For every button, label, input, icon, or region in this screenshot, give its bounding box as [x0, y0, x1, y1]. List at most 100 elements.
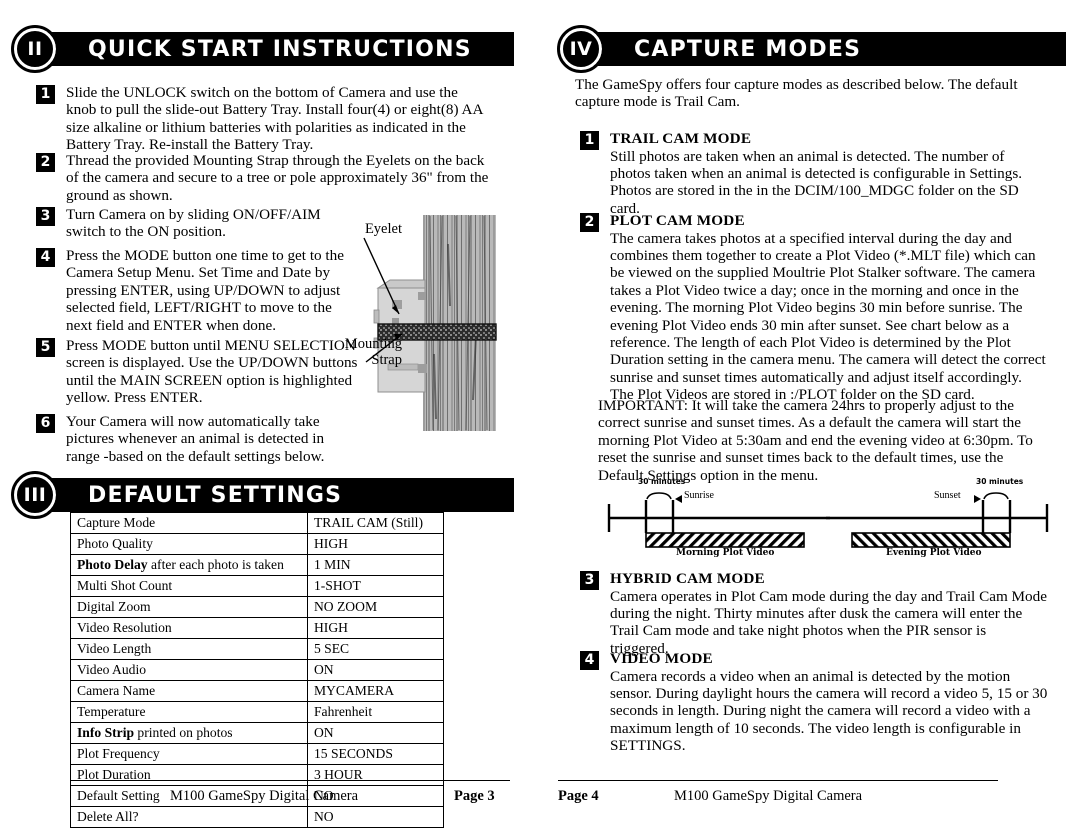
camera-mounting-illustration: Eyelet Mounting Strap: [330, 214, 510, 434]
section-banner: QUICK START INSTRUCTIONS: [42, 32, 514, 66]
table-row: Info Strip printed on photos ON: [70, 722, 445, 744]
section-title-quick-start: QUICK START INSTRUCTIONS: [88, 36, 472, 62]
table-row: Photo Quality HIGH: [70, 533, 445, 555]
chart-caption-morning: Morning Plot Video: [676, 548, 775, 558]
mode-text: Camera records a video when an animal is…: [610, 667, 1048, 755]
footer-divider: [70, 780, 510, 781]
table-row: Temperature Fahrenheit: [70, 701, 445, 723]
chart-bracket-label-morning: 30 minutes: [638, 477, 686, 486]
setting-label: Multi Shot Count: [70, 575, 308, 597]
table-row: Plot Duration 3 HOUR: [70, 764, 445, 786]
table-row: Camera Name MYCAMERA: [70, 680, 445, 702]
setting-value: HIGH: [306, 617, 445, 639]
section-numeral-badge-iii: III: [11, 471, 59, 519]
setting-value: 1-SHOT: [306, 575, 445, 597]
footer-divider: [558, 780, 998, 781]
table-row: Delete All? NO: [70, 806, 445, 828]
setting-value: MYCAMERA: [306, 680, 445, 702]
table-row: Capture Mode TRAIL CAM (Still): [70, 512, 445, 534]
setting-value: NO: [306, 806, 445, 828]
section-numeral-text: III: [23, 483, 47, 506]
section-numeral-text: IV: [569, 37, 593, 60]
important-note: IMPORTANT: It will take the camera 24hrs…: [598, 397, 1033, 484]
setting-value: 15 SECONDS: [306, 743, 445, 765]
section-banner: DEFAULT SETTINGS: [42, 478, 514, 512]
setting-label: Video Resolution: [70, 617, 308, 639]
section-numeral-badge-iv: IV: [557, 25, 605, 73]
setting-label: Capture Mode: [70, 512, 308, 534]
chart-event-label-sunrise: Sunrise: [684, 490, 714, 501]
setting-label: Camera Name: [70, 680, 308, 702]
setting-value: Fahrenheit: [306, 701, 445, 723]
step-item: 4 Press the MODE button one time to get …: [36, 247, 358, 334]
setting-value: ON: [306, 722, 445, 744]
setting-label: Photo Delay after each photo is taken: [70, 554, 308, 576]
setting-value: HIGH: [306, 533, 445, 555]
page-left: QUICK START INSTRUCTIONS II 1 Slide the …: [0, 0, 540, 834]
mode-item-hybrid-cam: 3 HYBRID CAM MODE Camera operates in Plo…: [580, 570, 1050, 657]
setting-label: Video Length: [70, 638, 308, 660]
setting-value: TRAIL CAM (Still): [306, 512, 445, 534]
setting-value: 1 MIN: [306, 554, 445, 576]
setting-label: Plot Duration: [70, 764, 308, 786]
mode-number: 4: [580, 651, 599, 670]
setting-value: ON: [306, 659, 445, 681]
table-row: Multi Shot Count 1-SHOT: [70, 575, 445, 597]
step-item: 6 Your Camera will now automatically tak…: [36, 413, 358, 465]
step-text: Slide the UNLOCK switch on the bottom of…: [66, 84, 483, 154]
camera-mounting-graphic: [363, 215, 497, 431]
table-row: Plot Frequency 15 SECONDS: [70, 743, 445, 765]
illustration-label-mounting-strap: Mounting Strap: [344, 336, 402, 368]
step-number: 4: [36, 248, 55, 267]
footer-title: M100 GameSpy Digital Camera: [170, 788, 359, 804]
chart-caption-evening: Evening Plot Video: [886, 548, 982, 558]
footer-right: Page 4 M100 GameSpy Digital Camera: [558, 780, 998, 808]
mode-item-plot-cam: 2 PLOT CAM MODE The camera takes photos …: [580, 212, 1050, 404]
setting-value: 5 SEC: [306, 638, 445, 660]
section-title-capture-modes: CAPTURE MODES: [634, 36, 862, 62]
setting-label: Delete All?: [70, 806, 308, 828]
setting-value: 3 HOUR: [306, 764, 445, 786]
setting-label: Temperature: [70, 701, 308, 723]
setting-label: Video Audio: [70, 659, 308, 681]
step-number: 1: [36, 85, 55, 104]
table-row: Video Length 5 SEC: [70, 638, 445, 660]
mode-item-trail-cam: 1 TRAIL CAM MODE Still photos are taken …: [580, 130, 1050, 217]
mode-text: Camera operates in Plot Cam mode during …: [610, 587, 1047, 657]
footer-left: M100 GameSpy Digital Camera Page 3: [70, 780, 510, 808]
page-right: CAPTURE MODES IV The GameSpy offers four…: [540, 0, 1080, 834]
table-row: Photo Delay after each photo is taken 1 M…: [70, 554, 445, 576]
mode-title: HYBRID CAM MODE: [610, 570, 765, 587]
illustration-label-eyelet: Eyelet: [364, 221, 402, 237]
section-title-default-settings: DEFAULT SETTINGS: [88, 482, 343, 508]
step-item: 1 Slide the UNLOCK switch on the bottom …: [36, 84, 492, 154]
step-number: 6: [36, 414, 55, 433]
plot-video-timeline-graphic: [607, 492, 1049, 548]
mode-number: 2: [580, 213, 599, 232]
footer-title: M100 GameSpy Digital Camera: [674, 788, 863, 804]
step-text: Your Camera will now automatically take …: [66, 413, 325, 465]
mode-title: VIDEO MODE: [610, 650, 713, 667]
plot-video-timeline-chart: 30 minutes Sunrise Morning Plot Video 30…: [598, 477, 1058, 558]
step-number: 3: [36, 207, 55, 226]
table-row: Digital Zoom NO ZOOM: [70, 596, 445, 618]
setting-value: NO ZOOM: [306, 596, 445, 618]
step-number: 2: [36, 153, 55, 172]
section-banner: CAPTURE MODES: [588, 32, 1066, 66]
mode-title: TRAIL CAM MODE: [610, 130, 752, 147]
mode-text: The camera takes photos at a specified i…: [610, 229, 1046, 404]
footer-page-number: Page 3: [454, 788, 495, 804]
chart-bracket-label-evening: 30 minutes: [976, 477, 1024, 486]
mode-title: PLOT CAM MODE: [610, 212, 745, 229]
section-header-quick-start: QUICK START INSTRUCTIONS II: [11, 25, 514, 73]
step-text: Thread the provided Mounting Strap throu…: [66, 152, 489, 204]
step-item: 2 Thread the provided Mounting Strap thr…: [36, 152, 492, 204]
step-text: Turn Camera on by sliding ON/OFF/AIM swi…: [66, 206, 321, 241]
table-row: Video Audio ON: [70, 659, 445, 681]
footer-page-number: Page 4: [558, 788, 599, 804]
setting-label: Digital Zoom: [70, 596, 308, 618]
mode-item-video: 4 VIDEO MODE Camera records a video when…: [580, 650, 1050, 755]
step-text: Press the MODE button one time to get to…: [66, 247, 344, 334]
setting-label: Plot Frequency: [70, 743, 308, 765]
step-item: 3 Turn Camera on by sliding ON/OFF/AIM s…: [36, 206, 358, 241]
